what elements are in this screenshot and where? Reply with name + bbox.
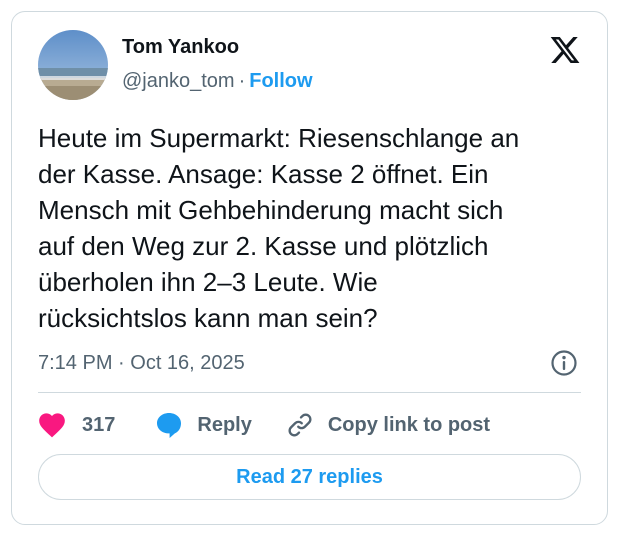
read-replies-button[interactable]: Read 27 replies (38, 454, 581, 500)
copy-link-button[interactable]: Copy link to post (286, 411, 490, 439)
tweet-timestamp[interactable]: 7:14 PM · Oct 16, 2025 (38, 352, 245, 375)
tweet-text-line: Heute im Supermarkt: Riesenschlange an (38, 123, 520, 153)
tweet-text-line: rücksichtslos kann man sein? (38, 303, 378, 333)
divider (38, 392, 581, 393)
author-handle[interactable]: @janko_tom (122, 70, 235, 92)
reply-label: Reply (197, 413, 252, 436)
follow-button[interactable]: Follow (249, 70, 312, 92)
reply-button[interactable]: Reply (155, 411, 252, 439)
x-logo-icon[interactable] (549, 34, 581, 66)
avatar[interactable] (38, 30, 108, 100)
tweet-text-line: Mensch mit Gehbehinderung macht sich (38, 195, 504, 225)
tweet-text: Heute im Supermarkt: Riesenschlange an d… (38, 120, 593, 336)
author-name[interactable]: Tom Yankoo (122, 36, 239, 59)
link-icon (288, 413, 312, 437)
tweet-text-line: überholen ihn 2–3 Leute. Wie (38, 267, 378, 297)
speech-bubble-icon (157, 413, 182, 438)
copy-link-label: Copy link to post (327, 413, 491, 436)
action-bar: 317 Reply Copy link to post (38, 409, 490, 441)
tweet-text-line: auf den Weg zur 2. Kasse und plötzlich (38, 231, 489, 261)
author-meta: @janko_tom · Follow (122, 70, 313, 93)
tweet-text-line: der Kasse. Ansage: Kasse 2 öffnet. Ein (38, 159, 489, 189)
avatar-image (38, 30, 108, 100)
like-button[interactable]: 317 (38, 412, 115, 438)
separator-dot: · (238, 70, 246, 92)
heart-icon (39, 413, 65, 438)
info-icon[interactable] (549, 348, 579, 378)
like-count: 317 (82, 413, 116, 436)
tweet-card: Tom Yankoo @janko_tom · Follow Heute im Su… (11, 11, 608, 525)
